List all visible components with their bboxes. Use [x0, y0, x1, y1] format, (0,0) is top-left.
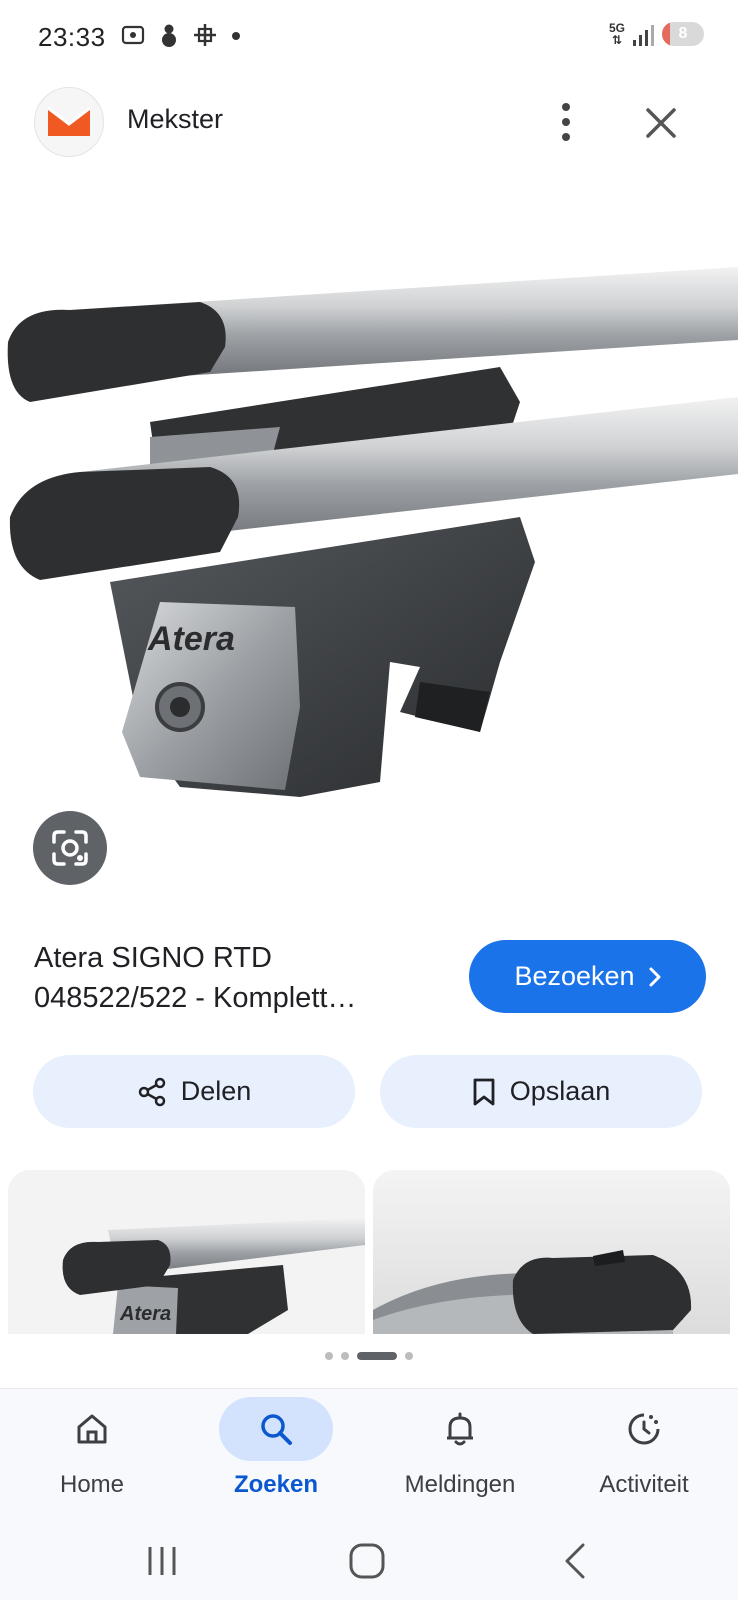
related-image-2[interactable] [373, 1170, 730, 1334]
bottom-navigation: Home Zoeken Meldingen Activiteit [0, 1388, 738, 1521]
product-title[interactable]: Atera SIGNO RTD 048522/522 - Komplett… [34, 938, 434, 1018]
carousel-dots [0, 1352, 738, 1360]
related-image-1-graphic: Atera [8, 1170, 365, 1334]
carousel-dot [325, 1352, 333, 1360]
recent-apps-icon[interactable] [132, 1536, 192, 1586]
carousel-dot [405, 1352, 413, 1360]
product-title-line1: Atera SIGNO RTD [34, 942, 272, 974]
visit-button-label: Bezoeken [514, 961, 635, 991]
related-image-1[interactable]: Atera [8, 1170, 365, 1334]
status-icons [120, 22, 242, 48]
nav-notifications-label: Meldingen [404, 1471, 516, 1498]
notification-dot-icon [232, 32, 240, 40]
atera-logo-text: Atera [147, 620, 235, 658]
back-icon[interactable] [545, 1536, 605, 1586]
carousel-dot [341, 1352, 349, 1360]
nav-home[interactable]: Home [0, 1389, 184, 1521]
status-bar: 23:33 5G ⇅ 8 [0, 0, 738, 76]
snowman-icon [162, 24, 176, 47]
google-lens-button[interactable] [33, 811, 107, 885]
battery-icon: 8 [662, 22, 704, 46]
mekster-logo-icon [47, 106, 91, 136]
carousel-dot-active [357, 1352, 397, 1360]
save-button-label: Opslaan [509, 1076, 611, 1106]
home-button-icon[interactable] [337, 1536, 397, 1586]
status-time: 23:33 [38, 22, 106, 52]
visit-button[interactable]: Bezoeken [469, 940, 706, 1013]
battery-level: 8 [678, 25, 688, 42]
screenshot-icon [121, 25, 145, 45]
network-indicator: 5G ⇅ [609, 22, 625, 46]
save-button[interactable]: Opslaan [380, 1055, 702, 1128]
chevron-right-icon [649, 967, 661, 986]
signal-icon [633, 22, 654, 46]
search-icon [261, 1414, 292, 1445]
data-arrows-icon: ⇅ [611, 33, 623, 47]
crosshair-icon [194, 24, 216, 46]
share-button[interactable]: Delen [33, 1055, 355, 1128]
bookmark-icon [473, 1078, 495, 1105]
product-image[interactable]: Atera [0, 262, 738, 822]
nav-home-label: Home [59, 1471, 125, 1498]
product-title-line2: 048522/522 - Komplett… [34, 982, 357, 1014]
source-header: Mekster [0, 86, 738, 157]
system-navigation-bar [0, 1520, 738, 1600]
site-name[interactable]: Mekster [127, 104, 223, 135]
home-icon [77, 1414, 107, 1444]
site-logo[interactable] [34, 87, 104, 157]
status-right: 5G ⇅ 8 [609, 22, 704, 46]
share-icon [138, 1077, 165, 1106]
nav-activity-label: Activiteit [599, 1471, 689, 1498]
screen: 23:33 5G ⇅ 8 Mekster Atera Atera SIGNO R… [0, 0, 738, 1600]
related-atera-text: Atera [119, 1303, 171, 1325]
close-icon[interactable] [638, 100, 684, 146]
battery-fill [662, 22, 670, 46]
nav-search[interactable]: Zoeken [184, 1389, 368, 1521]
nav-activity[interactable]: Activiteit [552, 1389, 736, 1521]
activity-icon [628, 1413, 660, 1445]
bell-icon [447, 1412, 473, 1446]
more-vert-icon[interactable] [546, 96, 586, 148]
share-button-label: Delen [180, 1076, 252, 1106]
nav-search-label: Zoeken [233, 1471, 319, 1498]
lens-icon [52, 830, 88, 866]
related-image-2-graphic [373, 1170, 730, 1334]
nav-notifications[interactable]: Meldingen [368, 1389, 552, 1521]
